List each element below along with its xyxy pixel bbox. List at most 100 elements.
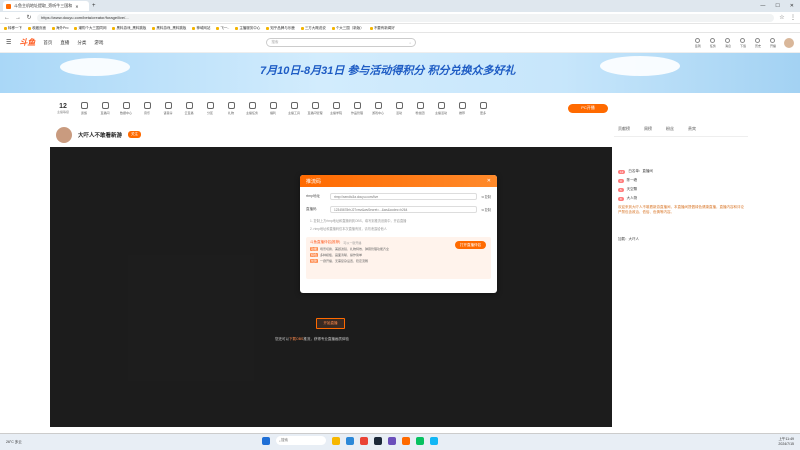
bookmark-item[interactable]: 主播服务中心 bbox=[235, 26, 260, 31]
forward-icon[interactable]: → bbox=[15, 15, 21, 21]
toolbar-tool[interactable]: 作品管理 bbox=[348, 101, 366, 115]
browser-tab[interactable]: 斗鱼主机地址提取_旁听牛三国和 ✕ bbox=[3, 1, 89, 11]
toolbar-tool[interactable]: 福利 bbox=[264, 101, 282, 115]
minimize-icon[interactable]: — bbox=[760, 3, 765, 9]
wechat-icon[interactable] bbox=[416, 436, 424, 445]
header-action-icon bbox=[710, 37, 716, 43]
bookmark-item[interactable]: 转移一下 bbox=[4, 26, 22, 31]
search-input[interactable]: 搜索 ⌕ bbox=[266, 38, 417, 47]
toolbar-tool[interactable]: 直播间管理 bbox=[306, 101, 324, 115]
weather-widget[interactable]: 26°C 多云 bbox=[6, 440, 22, 445]
open-companion-button[interactable]: 打开直播伴侣 bbox=[455, 241, 486, 249]
bookmark-item[interactable]: 神域网站 bbox=[192, 26, 210, 31]
anchor-level: 12 bbox=[59, 102, 67, 110]
bookmark-item[interactable]: 不要有新闻好 bbox=[369, 26, 395, 31]
header-icon-label: 任务 bbox=[709, 43, 716, 48]
note-1: 1. 复制上方rtmp地址和直播码到OBS，填写到推流设置中，开启直播 bbox=[310, 219, 407, 223]
back-icon[interactable]: ← bbox=[4, 15, 10, 21]
tool-label: 福利 bbox=[269, 110, 276, 115]
bookmark-item[interactable]: 收藏页面 bbox=[28, 26, 46, 31]
sidebar-tab[interactable]: 周榜 bbox=[644, 126, 652, 132]
toolbar-tool[interactable]: 分区 bbox=[201, 101, 219, 115]
steam-icon[interactable] bbox=[374, 436, 382, 445]
close-window-icon[interactable]: ✕ bbox=[790, 3, 794, 9]
code-copy-button[interactable]: ⧉ 复制 bbox=[481, 207, 491, 212]
toolbar-tool[interactable]: 礼物 bbox=[222, 101, 240, 115]
toolbar-tool[interactable]: 推荐 bbox=[453, 101, 471, 115]
obs-download-link[interactable]: 下载OBS bbox=[289, 337, 303, 341]
chat-text: 白名单：直播间 bbox=[628, 169, 653, 173]
edge-icon[interactable] bbox=[346, 436, 354, 445]
tool-icon bbox=[416, 101, 424, 109]
star-icon[interactable]: ☆ bbox=[779, 14, 785, 21]
nav-live[interactable]: 直播 bbox=[60, 40, 69, 46]
follow-button[interactable]: 关注 bbox=[128, 131, 142, 138]
douyu-icon[interactable] bbox=[402, 436, 410, 445]
qq-icon[interactable] bbox=[430, 436, 438, 445]
tab-close-icon[interactable]: ✕ bbox=[75, 4, 78, 9]
toolbar-tool[interactable]: 游戏中心 bbox=[369, 101, 387, 115]
bookmark-item[interactable]: 海外Pro bbox=[52, 26, 68, 31]
nav-game[interactable]: 游戏 bbox=[94, 40, 103, 46]
douyu-logo[interactable]: 斗鱼 bbox=[19, 37, 35, 48]
url-input[interactable]: https://www.douyu.com/beta/creator/forag… bbox=[37, 13, 774, 22]
bookmark-item[interactable]: 三方大概说说 bbox=[300, 26, 326, 31]
toolbar-tool[interactable]: 直播间 bbox=[96, 101, 114, 115]
toolbar-tool[interactable]: 更多 bbox=[474, 101, 492, 115]
start-live-button[interactable]: 开始直播 bbox=[316, 318, 345, 329]
sidebar-tab[interactable]: 粉丝 bbox=[666, 126, 674, 132]
reload-icon[interactable]: ↻ bbox=[26, 14, 32, 21]
system-clock[interactable]: 上午11:49 2024/7/15 bbox=[778, 437, 794, 447]
toolbar-tool[interactable]: 云直播 bbox=[180, 101, 198, 115]
toolbar-tool[interactable]: 主播工具 bbox=[285, 101, 303, 115]
menu-icon[interactable]: ☰ bbox=[6, 39, 11, 46]
chrome-icon[interactable] bbox=[360, 436, 368, 445]
rtmp-address-field[interactable]: rtmp://sendtc3a.douyu.com/live bbox=[330, 193, 478, 200]
anchor-avatar[interactable] bbox=[56, 126, 72, 143]
search-icon[interactable]: ⌕ bbox=[409, 41, 411, 45]
header-icon-button[interactable]: 历史 bbox=[755, 37, 761, 48]
folder-icon bbox=[300, 26, 304, 30]
bookmark-item[interactable]: 知乎品牌与乐鹿 bbox=[266, 26, 295, 31]
stream-code-field[interactable]: 12345678rhJ27vmz&wsSecret=...&ws&codec=h… bbox=[330, 206, 478, 213]
bookmark-item[interactable]: 个大三国（新版） bbox=[331, 26, 364, 31]
header-icon-button[interactable]: 签到 bbox=[695, 37, 701, 48]
nav-category[interactable]: 分类 bbox=[77, 40, 86, 46]
app-icon[interactable] bbox=[388, 436, 396, 445]
toolbar-tool[interactable]: 主播学院 bbox=[327, 101, 345, 115]
toolbar-tool[interactable]: 粉丝团 bbox=[411, 101, 429, 115]
toolbar-tool[interactable]: 贵族 bbox=[75, 101, 93, 115]
toolbar-tool[interactable]: 主播任务 bbox=[243, 101, 261, 115]
toolbar-tool[interactable]: 活动 bbox=[390, 101, 408, 115]
start-icon[interactable] bbox=[262, 436, 270, 445]
nav-home[interactable]: 首页 bbox=[43, 40, 52, 46]
toolbar-tool[interactable]: 主播活动 bbox=[432, 101, 450, 115]
bookmark-item[interactable]: 黑料游戏_黑料跳板 bbox=[112, 26, 146, 31]
sidebar-tab[interactable]: 贡献榜 bbox=[618, 126, 630, 132]
folder-icon bbox=[235, 26, 239, 30]
toolbar-tool[interactable]: 语音房 bbox=[159, 101, 177, 115]
bookmark-item[interactable]: 黑料游戏_黑料跳板 bbox=[152, 26, 186, 31]
rtmp-copy-button[interactable]: ⧉ 复制 bbox=[481, 194, 491, 199]
file-explorer-icon[interactable] bbox=[332, 436, 340, 445]
toolbar-tool[interactable]: 数据中心 bbox=[117, 101, 135, 115]
sidebar-tab[interactable]: 贵宾 bbox=[688, 126, 696, 132]
feature-badge: 优势 bbox=[310, 259, 319, 263]
tool-icon bbox=[101, 101, 109, 109]
new-tab-button[interactable]: + bbox=[92, 3, 96, 9]
toolbar-tool[interactable]: 音乐 bbox=[138, 101, 156, 115]
maximize-icon[interactable]: ☐ bbox=[775, 3, 779, 9]
user-avatar[interactable] bbox=[784, 37, 794, 48]
pc-live-button[interactable]: PC开播 bbox=[568, 103, 608, 113]
extensions-icon[interactable]: ⋮ bbox=[790, 14, 796, 21]
tool-label: 分区 bbox=[206, 110, 213, 115]
header-icon-button[interactable]: 任务 bbox=[709, 37, 716, 48]
taskbar-search[interactable]: ⌕ 搜索 bbox=[276, 436, 326, 445]
dialog-close-icon[interactable]: ✕ bbox=[487, 178, 491, 184]
header-icon-button[interactable]: 开播 bbox=[770, 37, 776, 48]
header-icon-button[interactable]: 下载 bbox=[740, 37, 746, 48]
feature-badge: 功能 bbox=[310, 247, 319, 251]
bookmark-item[interactable]: 潮购个大三国同网 bbox=[74, 26, 106, 31]
bookmark-item[interactable]: 飞一.. bbox=[216, 26, 229, 31]
header-icon-button[interactable]: 消息 bbox=[725, 37, 731, 48]
